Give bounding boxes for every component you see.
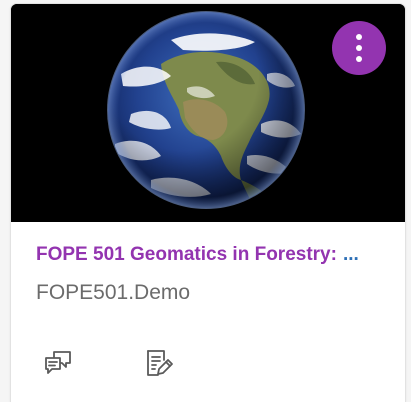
discussions-icon (45, 351, 71, 374)
assignments-button[interactable] (144, 348, 174, 378)
course-title: FOPE 501 Geomatics in Forestry: (36, 244, 337, 265)
kebab-menu-icon (356, 34, 362, 40)
kebab-menu-icon (356, 56, 362, 62)
course-code: FOPE501.Demo (36, 281, 191, 304)
title-ellipsis: ... (342, 244, 359, 265)
kebab-menu-icon (356, 45, 362, 51)
discussions-button[interactable] (43, 348, 73, 378)
course-title-link[interactable]: FOPE 501 Geomatics in Forestry:... (36, 244, 381, 266)
course-card-hero[interactable] (11, 4, 405, 222)
assignments-icon (147, 350, 173, 376)
course-card[interactable]: FOPE 501 Geomatics in Forestry:... FOPE5… (11, 4, 405, 402)
course-options-button[interactable] (332, 21, 386, 75)
